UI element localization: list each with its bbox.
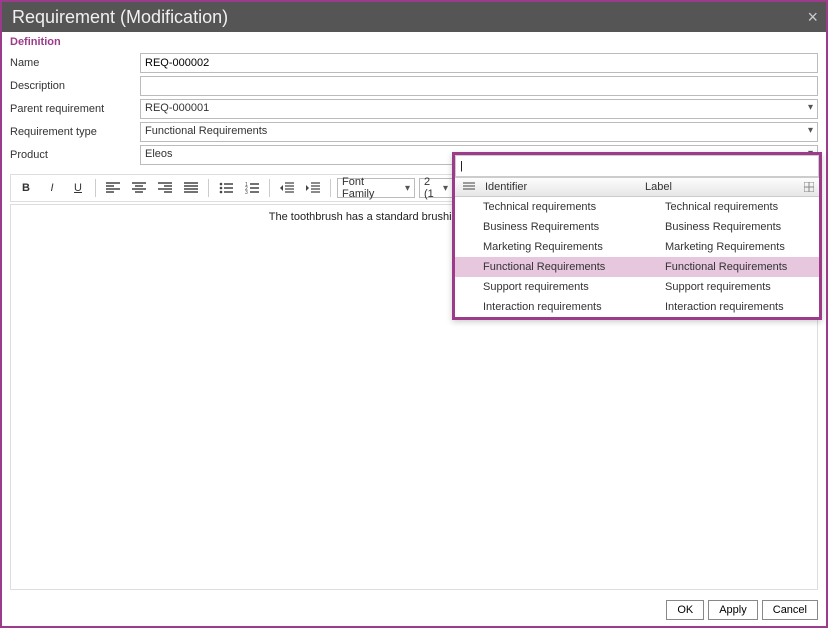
align-center-button[interactable] xyxy=(128,177,150,199)
list-icon xyxy=(459,182,479,192)
option-label: Functional Requirements xyxy=(637,261,819,273)
close-icon[interactable]: × xyxy=(807,7,818,28)
dialog-footer: OK Apply Cancel xyxy=(2,594,826,626)
ok-button[interactable]: OK xyxy=(666,600,704,620)
description-label: Description xyxy=(10,80,140,92)
requirement-type-select[interactable]: Functional Requirements xyxy=(140,122,818,142)
modal-window: Requirement (Modification) × Definition … xyxy=(0,0,828,628)
option-label: Marketing Requirements xyxy=(637,241,819,253)
titlebar: Requirement (Modification) × xyxy=(2,2,826,32)
outdent-button[interactable] xyxy=(276,177,298,199)
separator xyxy=(208,179,209,197)
parent-label: Parent requirement xyxy=(10,103,140,115)
dropdown-list: Technical requirementsTechnical requirem… xyxy=(455,197,819,317)
option-identifier: Support requirements xyxy=(455,281,637,293)
option-label: Technical requirements xyxy=(637,201,819,213)
svg-text:3: 3 xyxy=(245,190,248,194)
dropdown-option[interactable]: Marketing RequirementsMarketing Requirem… xyxy=(455,237,819,257)
option-identifier: Business Requirements xyxy=(455,221,637,233)
bold-button[interactable]: B xyxy=(15,177,37,199)
description-field[interactable] xyxy=(140,76,818,96)
align-left-button[interactable] xyxy=(102,177,124,199)
requirement-type-dropdown: Identifier Label Technical requirementsT… xyxy=(452,152,822,320)
parent-requirement-select[interactable]: REQ-000001 xyxy=(140,99,818,119)
name-field[interactable] xyxy=(140,53,818,73)
apply-button[interactable]: Apply xyxy=(708,600,758,620)
dropdown-option[interactable]: Business RequirementsBusiness Requiremen… xyxy=(455,217,819,237)
col-label[interactable]: Label xyxy=(639,181,799,193)
option-label: Business Requirements xyxy=(637,221,819,233)
dropdown-option[interactable]: Interaction requirementsInteraction requ… xyxy=(455,297,819,317)
cancel-button[interactable]: Cancel xyxy=(762,600,818,620)
italic-button[interactable]: I xyxy=(41,177,63,199)
option-identifier: Interaction requirements xyxy=(455,301,637,313)
definition-form: Name Description Parent requirement REQ-… xyxy=(2,50,826,168)
window-title: Requirement (Modification) xyxy=(12,7,228,28)
font-family-select[interactable]: Font Family xyxy=(337,178,415,198)
separator xyxy=(95,179,96,197)
grid-icon[interactable] xyxy=(799,182,819,192)
unordered-list-button[interactable] xyxy=(215,177,237,199)
option-label: Support requirements xyxy=(637,281,819,293)
section-header: Definition xyxy=(2,32,826,50)
dropdown-option[interactable]: Technical requirementsTechnical requirem… xyxy=(455,197,819,217)
dropdown-option[interactable]: Support requirementsSupport requirements xyxy=(455,277,819,297)
separator xyxy=(330,179,331,197)
reqtype-label: Requirement type xyxy=(10,126,140,138)
name-label: Name xyxy=(10,57,140,69)
align-justify-button[interactable] xyxy=(180,177,202,199)
ordered-list-button[interactable]: 123 xyxy=(241,177,263,199)
product-label: Product xyxy=(10,149,140,161)
dropdown-search-input[interactable] xyxy=(455,155,819,177)
font-size-select[interactable]: 2 (1 xyxy=(419,178,453,198)
col-identifier[interactable]: Identifier xyxy=(479,181,639,193)
align-right-button[interactable] xyxy=(154,177,176,199)
option-identifier: Marketing Requirements xyxy=(455,241,637,253)
underline-button[interactable]: U xyxy=(67,177,89,199)
indent-button[interactable] xyxy=(302,177,324,199)
option-label: Interaction requirements xyxy=(637,301,819,313)
dropdown-header: Identifier Label xyxy=(455,177,819,197)
option-identifier: Technical requirements xyxy=(455,201,637,213)
separator xyxy=(269,179,270,197)
dropdown-option[interactable]: Functional RequirementsFunctional Requir… xyxy=(455,257,819,277)
option-identifier: Functional Requirements xyxy=(455,261,637,273)
